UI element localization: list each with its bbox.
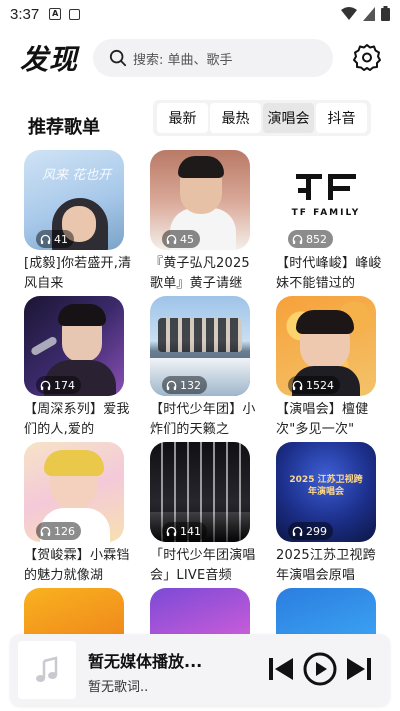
tab-concert[interactable]: 演唱会	[263, 103, 314, 133]
playlist-cover: 1524	[276, 296, 376, 396]
playlist-title: 【贺峻霖】小霖铛的魅力就像湖	[24, 548, 130, 583]
cover-caption: 2025 江苏卫视跨年演唱会	[289, 475, 363, 497]
headphones-icon	[40, 234, 51, 244]
battery-icon	[381, 6, 390, 21]
playlist-cover: 风来 花也开 41	[24, 150, 124, 250]
playlist-cover: 174	[24, 296, 124, 396]
playlist-title: 【演唱会】檀健次"多见一次"	[276, 402, 369, 437]
play-count: 126	[54, 524, 75, 538]
play-count: 1524	[306, 378, 334, 392]
signal-icon	[363, 6, 375, 21]
music-note-icon	[36, 656, 58, 682]
settings-gear-icon[interactable]	[352, 42, 382, 72]
cover-caption: 风来 花也开	[42, 168, 112, 183]
playlist-cover: 132	[150, 296, 250, 396]
notification-a-icon: A	[49, 8, 62, 20]
playlist-cover: 141	[150, 442, 250, 542]
section-title: 推荐歌单	[28, 117, 100, 138]
playlist-card[interactable]: 132 【时代少年团】小炸们的天籁之	[150, 296, 255, 440]
tab-latest[interactable]: 最新	[157, 103, 208, 133]
playlist-title: [成毅]你若盛开,清风自来	[24, 256, 132, 291]
playlist-title: 【周深系列】爱我们的人,爱的	[24, 402, 130, 437]
headphones-icon	[292, 380, 303, 390]
playlist-card[interactable]: 45 『黄子弘凡2025歌单』黄子请继	[150, 150, 254, 294]
next-track-icon[interactable]	[342, 652, 376, 686]
status-time: 3:37	[10, 5, 40, 23]
play-count: 299	[306, 524, 327, 538]
player-lyric: 暂无歌词..	[88, 680, 149, 695]
playlist-card[interactable]: 1524 【演唱会】檀健次"多见一次"	[276, 296, 380, 440]
notification-square-icon	[69, 8, 81, 20]
headphones-icon	[40, 526, 51, 536]
headphones-icon	[166, 234, 177, 244]
play-count: 45	[180, 232, 194, 246]
play-count-badge: 299	[288, 522, 333, 540]
playlist-cover: 126	[24, 442, 124, 542]
playlist-card[interactable]: 2025 江苏卫视跨年演唱会 299 2025江苏卫视跨年演唱会原唱	[276, 442, 380, 586]
playlist-title: 【时代少年团】小炸们的天籁之	[150, 402, 256, 437]
play-count-badge: 132	[162, 376, 207, 394]
app-logo: 发现	[20, 43, 79, 76]
play-pause-icon[interactable]	[303, 652, 337, 686]
play-count-badge: 45	[162, 230, 200, 248]
play-count: 141	[180, 524, 201, 538]
play-count: 852	[306, 232, 327, 246]
search-placeholder: 搜索: 单曲、歌手	[133, 52, 233, 68]
play-count-badge: 126	[36, 522, 81, 540]
playlist-cover: 45	[150, 150, 250, 250]
status-bar: 3:37 A	[0, 0, 400, 28]
playlist-cover: 2025 江苏卫视跨年演唱会 299	[276, 442, 376, 542]
player-title: 暂无媒体播放...	[88, 652, 203, 671]
previous-track-icon[interactable]	[264, 652, 298, 686]
playlist-title: 『黄子弘凡2025歌单』黄子请继	[150, 256, 250, 291]
search-icon	[109, 49, 127, 67]
wifi-icon	[341, 6, 357, 20]
playlist-title: 2025江苏卫视跨年演唱会原唱	[276, 548, 376, 583]
playlist-card[interactable]: 174 【周深系列】爱我们的人,爱的	[24, 296, 129, 440]
headphones-icon	[166, 526, 177, 536]
play-count: 132	[180, 378, 201, 392]
tf-logo	[296, 174, 356, 200]
play-count: 41	[54, 232, 68, 246]
headphones-icon	[166, 380, 177, 390]
headphones-icon	[292, 234, 303, 244]
playlist-cover: TF FAMILY 852	[276, 150, 376, 250]
tab-douyin[interactable]: 抖音	[316, 103, 367, 133]
cover-caption: TF FAMILY	[291, 208, 361, 218]
playlist-card[interactable]: 141 「时代少年团演唱会」LIVE音频	[150, 442, 255, 586]
play-count-badge: 1524	[288, 376, 340, 394]
tab-hottest[interactable]: 最热	[210, 103, 261, 133]
search-bar[interactable]: 搜索: 单曲、歌手	[93, 39, 333, 77]
playlist-title: 「时代少年团演唱会」LIVE音频	[150, 548, 256, 583]
mini-player[interactable]: 暂无媒体播放... 暂无歌词..	[10, 634, 390, 706]
play-count-badge: 41	[36, 230, 74, 248]
play-count-badge: 174	[36, 376, 81, 394]
playlist-card[interactable]: 风来 花也开 41 [成毅]你若盛开,清风自来	[24, 150, 131, 294]
play-count: 174	[54, 378, 75, 392]
play-count-badge: 852	[288, 230, 333, 248]
playlist-card[interactable]: TF FAMILY 852 【时代峰峻】峰峻妹不能错过的	[276, 150, 381, 294]
headphones-icon	[40, 380, 51, 390]
player-cover	[18, 641, 76, 699]
playlist-title: 【时代峰峻】峰峻妹不能错过的	[276, 256, 382, 291]
headphones-icon	[292, 526, 303, 536]
play-count-badge: 141	[162, 522, 207, 540]
category-tabs: 最新 最热 演唱会 抖音	[153, 100, 371, 136]
header: 发现 搜索: 单曲、歌手	[0, 38, 400, 78]
playlist-card[interactable]: 126 【贺峻霖】小霖铛的魅力就像湖	[24, 442, 129, 586]
